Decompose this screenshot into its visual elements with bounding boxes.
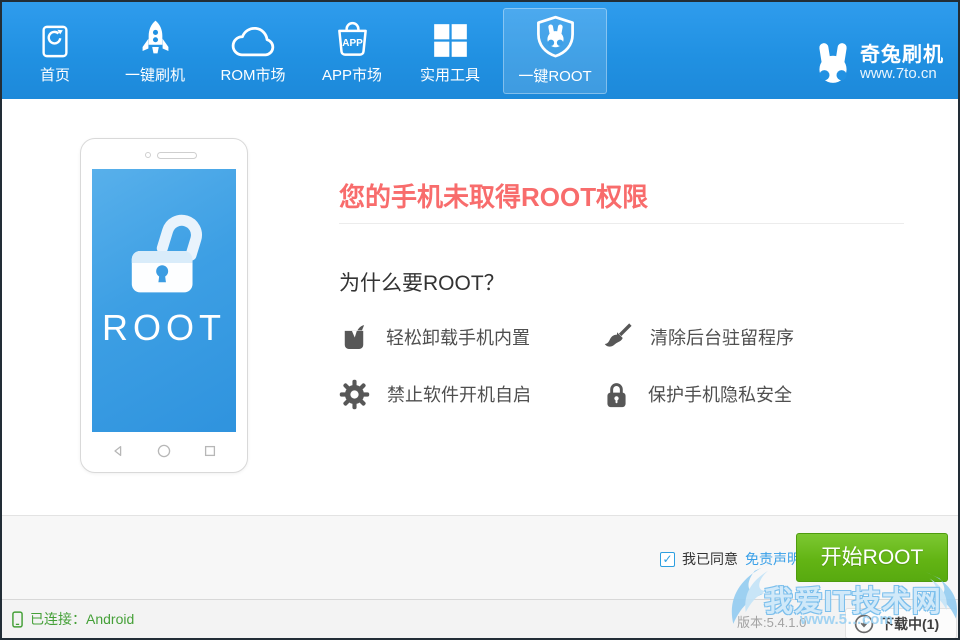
root-shield-icon <box>504 9 606 59</box>
header: 首页 一键刷机 ROM市场 <box>2 2 958 99</box>
connection-label: 已连接：Android <box>30 609 134 629</box>
agree-checkbox[interactable]: ✓ <box>660 552 675 567</box>
nav-label: 首页 <box>5 64 105 85</box>
app-window: 首页 一键刷机 ROM市场 <box>0 0 960 640</box>
nav-label: 一键刷机 <box>105 64 205 85</box>
nav-label: APP市场 <box>302 64 402 85</box>
phone-earpiece <box>157 152 197 159</box>
unlocked-padlock-icon <box>118 205 210 302</box>
uninstall-box-icon <box>339 321 369 353</box>
feature-clean: 清除后台驻留程序 <box>602 320 794 354</box>
phone-nav-buttons <box>81 444 247 458</box>
feature-label: 保护手机隐私安全 <box>648 381 792 407</box>
status-bar: 已连接：Android 版本:5.4.1.0 下载中(1) <box>2 599 958 638</box>
feature-uninstall: 轻松卸载手机内置 <box>339 320 530 354</box>
phone-camera-dot <box>145 152 151 158</box>
nav-tab-one-key-root[interactable]: 一键ROOT <box>503 8 607 94</box>
clean-brush-icon <box>602 322 633 353</box>
divider <box>339 223 904 224</box>
nav-tab-rom-market[interactable]: ROM市场 <box>203 8 303 94</box>
phone-illustration: ROOT <box>80 138 248 473</box>
gear-icon <box>339 379 370 410</box>
phone-screen: ROOT <box>92 169 236 432</box>
rocket-icon <box>105 8 205 58</box>
why-root-heading: 为什么要ROOT？ <box>339 267 505 297</box>
brand-site: www.7to.cn <box>860 66 944 82</box>
agree-label: 我已同意 <box>682 549 738 569</box>
nav-label: 一键ROOT <box>504 65 606 86</box>
start-root-button[interactable]: 开始ROOT <box>796 533 948 582</box>
download-icon <box>854 614 874 634</box>
nav-tab-flash[interactable]: 一键刷机 <box>105 8 205 94</box>
page-title: 您的手机未取得ROOT权限 <box>339 177 648 214</box>
nav-label: ROM市场 <box>203 64 303 85</box>
feature-autostart: 禁止软件开机自启 <box>339 377 531 411</box>
agree-row: ✓ 我已同意 免责声明 <box>660 549 801 569</box>
home-refresh-icon <box>5 8 105 58</box>
disclaimer-link[interactable]: 免责声明 <box>745 549 801 569</box>
feature-privacy: 保护手机隐私安全 <box>602 377 792 411</box>
nav-tab-tools[interactable]: 实用工具 <box>400 8 500 94</box>
nav-label: 实用工具 <box>400 64 500 85</box>
download-manager-button[interactable]: 下载中(1) <box>845 608 957 639</box>
connection-status: 已连接：Android <box>12 609 134 629</box>
app-bag-icon: APP <box>302 8 402 58</box>
phone-home-icon <box>157 444 171 458</box>
tools-grid-icon <box>400 8 500 58</box>
app-bag-text: APP <box>342 38 363 49</box>
feature-label: 轻松卸载手机内置 <box>386 324 530 350</box>
check-icon: ✓ <box>662 552 672 566</box>
cloud-icon <box>203 8 303 58</box>
feature-label: 禁止软件开机自启 <box>387 381 531 407</box>
phone-back-icon <box>112 445 124 457</box>
phone-screen-root-label: ROOT <box>92 307 236 349</box>
version-label: 版本:5.4.1.0 <box>737 612 806 631</box>
main-content: ROOT 您的手机未取得ROOT权限 为什么要ROOT？ <box>2 99 958 515</box>
action-bar: ✓ 我已同意 免责声明 开始ROOT <box>2 515 958 599</box>
download-label: 下载中(1) <box>880 614 939 634</box>
rabbit-logo-icon <box>814 42 852 84</box>
privacy-lock-icon <box>602 380 631 409</box>
brand-logo: 奇兔刷机 www.7to.cn <box>814 42 944 84</box>
nav-tab-home[interactable]: 首页 <box>5 8 105 94</box>
brand-name: 奇兔刷机 <box>860 44 944 66</box>
nav-tab-app-market[interactable]: APP APP市场 <box>302 8 402 94</box>
feature-label: 清除后台驻留程序 <box>650 324 794 350</box>
phone-recent-icon <box>204 445 216 457</box>
connected-phone-icon <box>12 611 23 628</box>
